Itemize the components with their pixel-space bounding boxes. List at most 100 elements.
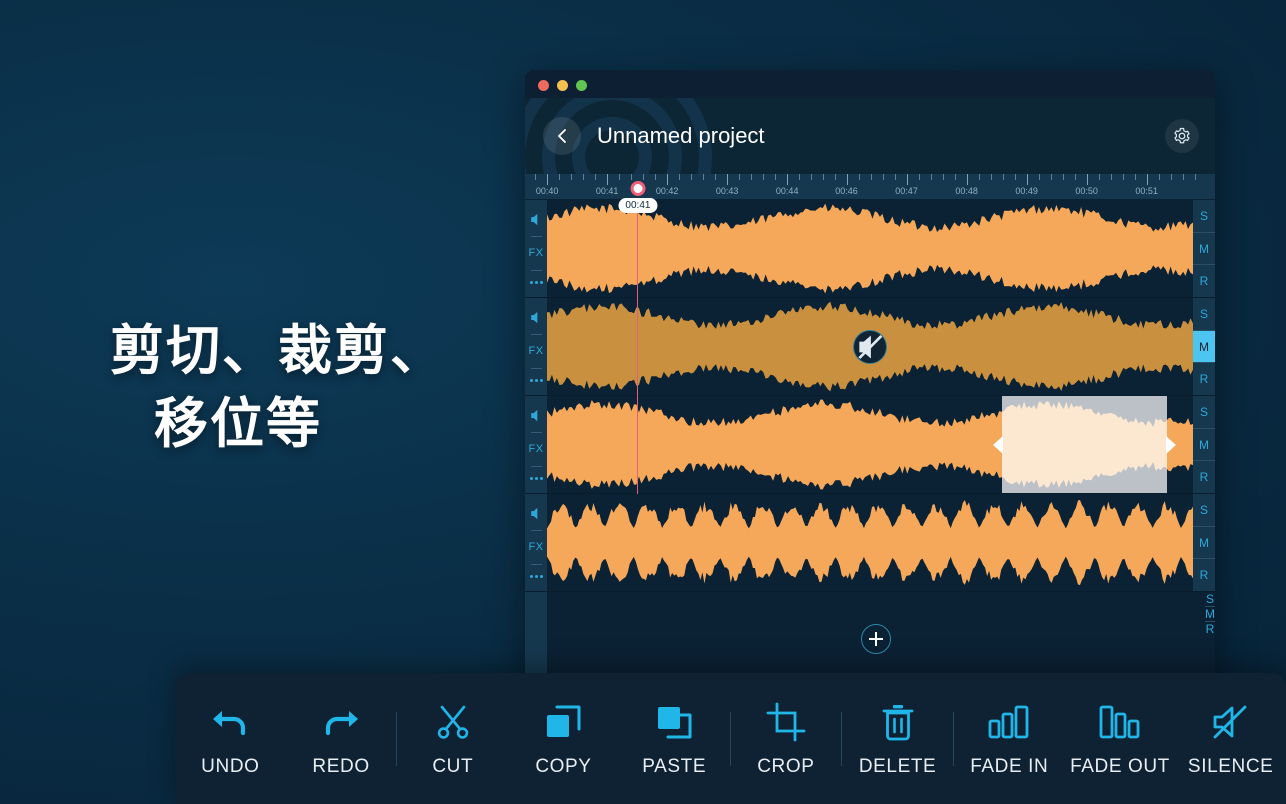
ruler-tick bbox=[1051, 174, 1052, 180]
toolbar-item-label: CROP bbox=[757, 756, 814, 778]
track-mute-indicator[interactable] bbox=[853, 330, 887, 364]
ruler-tick bbox=[1075, 174, 1076, 180]
project-title: Unnamed project bbox=[597, 123, 765, 149]
divider bbox=[531, 270, 542, 271]
timeline-ruler[interactable]: 00:4000:4100:4200:4300:4400:4600:4700:48… bbox=[525, 174, 1215, 200]
edit-toolbar: UNDO REDO CUT COPY PASTE CROP DELETEFADE INFAD… bbox=[175, 673, 1286, 804]
back-button[interactable] bbox=[543, 117, 581, 155]
toolbar-fade-in-button[interactable]: FADE IN bbox=[954, 673, 1065, 804]
more-options-icon[interactable] bbox=[530, 575, 543, 578]
track-mute-button[interactable]: M bbox=[1193, 233, 1215, 266]
track-row[interactable]: FX SMR bbox=[525, 200, 1215, 298]
crop-icon bbox=[766, 700, 806, 744]
track-row[interactable]: FX SMR bbox=[525, 494, 1215, 592]
track-record-button[interactable]: R bbox=[1193, 363, 1215, 395]
gear-icon bbox=[1173, 127, 1191, 145]
toolbar-delete-button[interactable]: DELETE bbox=[842, 673, 953, 804]
fade-out-icon bbox=[1097, 700, 1143, 744]
silence-icon bbox=[1210, 700, 1252, 744]
track-waveform-area[interactable] bbox=[547, 396, 1193, 493]
track-fx-button[interactable]: FX bbox=[528, 443, 543, 455]
track-mute-button[interactable]: M bbox=[1193, 331, 1215, 364]
ruler-tick bbox=[751, 174, 752, 180]
ruler-tick bbox=[955, 174, 956, 180]
track-solo-button[interactable]: S bbox=[1193, 200, 1215, 233]
track-solo-button[interactable]: S bbox=[1193, 298, 1215, 331]
ruler-tick bbox=[907, 174, 908, 185]
track-row[interactable]: FX SMR bbox=[525, 298, 1215, 396]
empty-track-controls bbox=[525, 592, 547, 684]
empty-track-mute-button[interactable]: M bbox=[1205, 607, 1215, 622]
speaker-icon[interactable] bbox=[530, 409, 543, 422]
speaker-icon[interactable] bbox=[530, 213, 543, 226]
track-record-button[interactable]: R bbox=[1193, 559, 1215, 591]
copy-icon bbox=[543, 700, 583, 744]
more-options-icon[interactable] bbox=[530, 379, 543, 382]
track-fx-button[interactable]: FX bbox=[528, 345, 543, 357]
app-header: Unnamed project bbox=[525, 98, 1215, 174]
toolbar-silence-button[interactable]: SILENCE bbox=[1175, 673, 1286, 804]
toolbar-fade-out-button[interactable]: FADE OUT bbox=[1065, 673, 1176, 804]
track-smr-buttons: SMR bbox=[1193, 494, 1215, 591]
divider bbox=[531, 564, 542, 565]
ruler-tick bbox=[691, 174, 692, 180]
zoom-window-button[interactable] bbox=[576, 80, 587, 91]
selection-handle-right[interactable] bbox=[1166, 436, 1176, 454]
speaker-icon[interactable] bbox=[530, 311, 543, 324]
track-waveform-area[interactable] bbox=[547, 200, 1193, 297]
ruler-tick bbox=[1087, 174, 1088, 185]
more-options-icon[interactable] bbox=[530, 281, 543, 284]
ruler-time-label: 00:50 bbox=[1075, 186, 1098, 196]
toolbar-item-label: REDO bbox=[312, 756, 369, 778]
empty-track[interactable]: SMR bbox=[525, 592, 1215, 684]
ruler-tick bbox=[1171, 174, 1172, 180]
track-solo-button[interactable]: S bbox=[1193, 396, 1215, 429]
track-row[interactable]: FX SMR bbox=[525, 396, 1215, 494]
settings-button[interactable] bbox=[1165, 119, 1199, 153]
waveform bbox=[547, 396, 1193, 493]
toolbar-cut-button[interactable]: CUT bbox=[397, 673, 508, 804]
track-fx-button[interactable]: FX bbox=[528, 541, 543, 553]
ruler-time-label: 00:42 bbox=[656, 186, 679, 196]
ruler-tick bbox=[835, 174, 836, 180]
waveform bbox=[547, 494, 1193, 591]
ruler-tick bbox=[679, 174, 680, 180]
empty-track-solo-button[interactable]: S bbox=[1205, 592, 1215, 607]
more-options-icon[interactable] bbox=[530, 477, 543, 480]
fade-in-icon bbox=[986, 700, 1032, 744]
toolbar-undo-button[interactable]: UNDO bbox=[175, 673, 286, 804]
ruler-tick bbox=[1123, 174, 1124, 180]
speaker-muted-icon bbox=[854, 331, 886, 363]
promo-line-2: 移位等 bbox=[154, 388, 500, 461]
track-record-button[interactable]: R bbox=[1193, 265, 1215, 297]
minimize-window-button[interactable] bbox=[557, 80, 568, 91]
selection-handle-left[interactable] bbox=[993, 436, 1003, 454]
paste-icon bbox=[654, 700, 694, 744]
ruler-tick bbox=[1135, 174, 1136, 180]
toolbar-item-label: COPY bbox=[535, 756, 591, 778]
ruler-ticks bbox=[525, 174, 1215, 185]
close-window-button[interactable] bbox=[538, 80, 549, 91]
toolbar-redo-button[interactable]: REDO bbox=[286, 673, 397, 804]
add-track-button[interactable] bbox=[861, 624, 891, 654]
toolbar-copy-button[interactable]: COPY bbox=[508, 673, 619, 804]
track-waveform-area[interactable] bbox=[547, 494, 1193, 591]
track-fx-button[interactable]: FX bbox=[528, 247, 543, 259]
ruler-tick bbox=[1015, 174, 1016, 180]
track-solo-button[interactable]: S bbox=[1193, 494, 1215, 527]
ruler-tick bbox=[739, 174, 740, 180]
toolbar-paste-button[interactable]: PASTE bbox=[619, 673, 730, 804]
ruler-tick bbox=[1039, 174, 1040, 180]
speaker-icon[interactable] bbox=[530, 507, 543, 520]
ruler-time-label: 00:44 bbox=[776, 186, 799, 196]
empty-track-record-button[interactable]: R bbox=[1205, 622, 1215, 636]
track-mute-button[interactable]: M bbox=[1193, 527, 1215, 560]
toolbar-crop-button[interactable]: CROP bbox=[731, 673, 842, 804]
traffic-lights bbox=[538, 80, 587, 91]
undo-icon bbox=[208, 700, 252, 744]
ruler-tick bbox=[607, 174, 608, 185]
track-record-button[interactable]: R bbox=[1193, 461, 1215, 493]
track-mute-button[interactable]: M bbox=[1193, 429, 1215, 462]
track-waveform-area[interactable] bbox=[547, 298, 1193, 395]
add-track-area[interactable] bbox=[547, 592, 1205, 684]
